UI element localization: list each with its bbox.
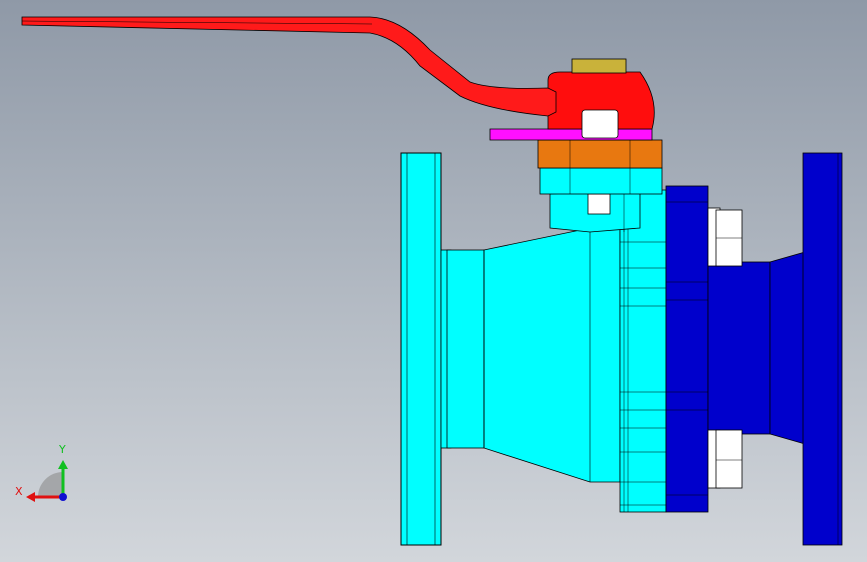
left-flange[interactable] bbox=[400, 152, 442, 546]
valve-body[interactable] bbox=[440, 189, 667, 513]
end-cap[interactable] bbox=[665, 152, 843, 546]
handle-head[interactable] bbox=[547, 58, 655, 139]
x-axis-label: X bbox=[15, 485, 23, 498]
stop-plate[interactable] bbox=[489, 128, 653, 141]
cad-viewport[interactable]: X Y bbox=[0, 0, 867, 562]
gland-flange[interactable] bbox=[537, 139, 663, 169]
z-axis-dot bbox=[59, 493, 67, 501]
ball-valve-model[interactable] bbox=[0, 0, 867, 562]
stem-nut bbox=[571, 58, 627, 74]
coordinate-triad[interactable] bbox=[26, 460, 68, 502]
bonnet-base[interactable] bbox=[539, 167, 663, 195]
y-axis-label: Y bbox=[59, 443, 66, 456]
stem-nut-hex bbox=[581, 109, 619, 139]
handle-lever[interactable] bbox=[21, 16, 557, 117]
